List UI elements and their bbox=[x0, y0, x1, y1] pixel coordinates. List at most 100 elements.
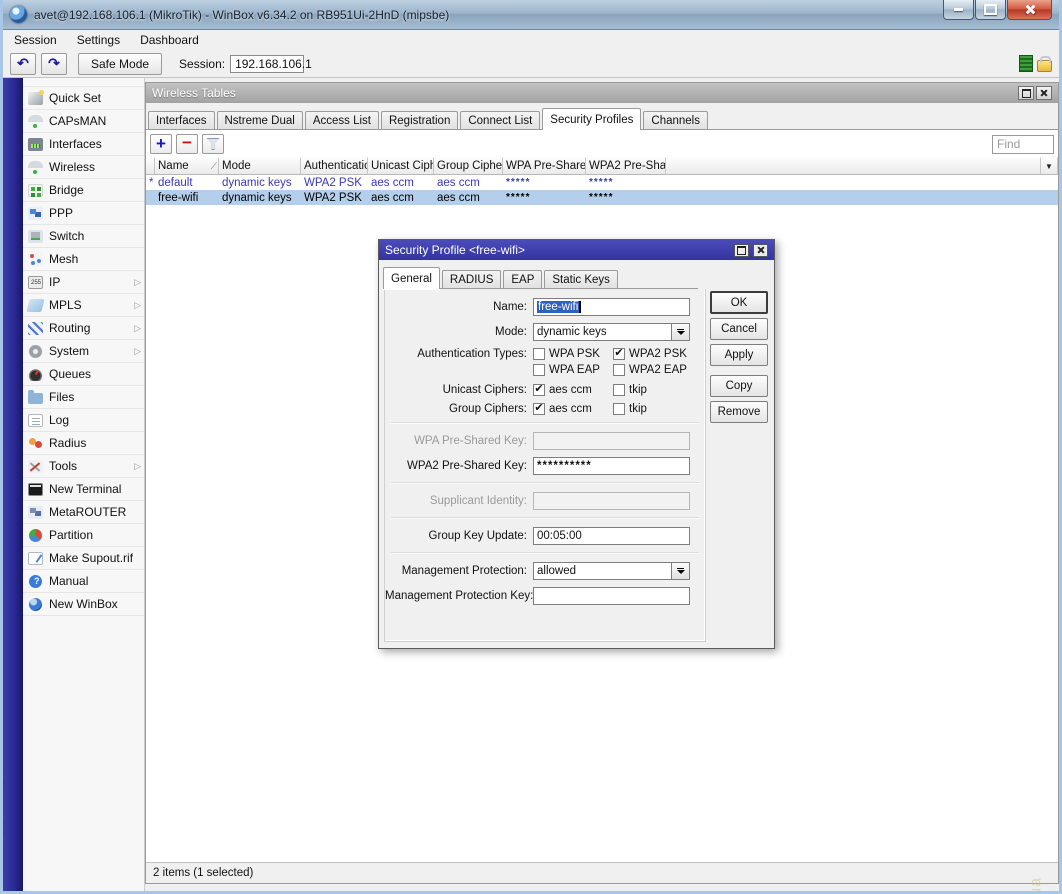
restore-icon bbox=[1022, 89, 1031, 98]
checkbox-wpa2-eap[interactable]: WPA2 EAP bbox=[613, 364, 693, 376]
cancel-button[interactable]: Cancel bbox=[710, 318, 768, 340]
table-row[interactable]: * default dynamic keys WPA2 PSK aes ccm … bbox=[146, 175, 1058, 190]
text-cursor bbox=[579, 301, 581, 313]
column-authentication[interactable]: Authenticatio... bbox=[301, 157, 368, 175]
column-name[interactable]: Name∕ bbox=[155, 157, 219, 175]
sidebar-item-quick-set[interactable]: Quick Set bbox=[23, 86, 144, 110]
column-chooser-button[interactable]: ▼ bbox=[1041, 157, 1058, 175]
sidebar-item-ip[interactable]: IP▷ bbox=[23, 271, 144, 294]
sidebar-item-wireless[interactable]: Wireless bbox=[23, 156, 144, 179]
sidebar-item-routing[interactable]: Routing▷ bbox=[23, 317, 144, 340]
menu-settings[interactable]: Settings bbox=[77, 33, 120, 47]
checkbox-group-aes-ccm[interactable]: aes ccm bbox=[533, 403, 613, 415]
ok-button[interactable]: OK bbox=[710, 291, 768, 314]
undo-icon: ↶ bbox=[17, 55, 29, 72]
management-protection-key-input[interactable] bbox=[533, 587, 690, 605]
maximize-button[interactable] bbox=[975, 0, 1006, 20]
general-tab-panel: Name: free-wifi Mode: dynamic keys Authe… bbox=[384, 289, 706, 642]
session-input[interactable]: 192.168.106.1 bbox=[230, 55, 304, 73]
sidebar-item-interfaces[interactable]: Interfaces bbox=[23, 133, 144, 156]
copy-button[interactable]: Copy bbox=[710, 375, 768, 397]
tools-icon bbox=[28, 460, 43, 473]
column-wpa2-pre-shared[interactable]: WPA2 Pre-Shared... bbox=[586, 157, 666, 175]
close-icon bbox=[1040, 89, 1048, 97]
column-mode[interactable]: Mode bbox=[219, 157, 301, 175]
column-flag[interactable] bbox=[146, 157, 155, 175]
divider bbox=[391, 422, 699, 424]
management-protection-select[interactable]: allowed bbox=[533, 562, 690, 580]
wpa2-key-input[interactable]: ********** bbox=[533, 457, 690, 475]
find-input[interactable]: Find bbox=[992, 135, 1054, 154]
redo-button[interactable]: ↷ bbox=[41, 53, 67, 75]
column-unicast-ciphers[interactable]: Unicast Ciphers bbox=[368, 157, 434, 175]
add-button[interactable]: + bbox=[150, 134, 172, 154]
tab-static-keys[interactable]: Static Keys bbox=[544, 270, 618, 289]
submenu-arrow-icon: ▷ bbox=[134, 300, 141, 311]
sidebar-item-switch[interactable]: Switch bbox=[23, 225, 144, 248]
watermark: weblance.com.ua bbox=[1028, 877, 1046, 894]
tab-radius[interactable]: RADIUS bbox=[442, 270, 501, 289]
close-window-button[interactable] bbox=[1036, 86, 1052, 100]
dropdown-arrow-icon[interactable] bbox=[671, 563, 689, 579]
checkbox-group-tkip[interactable]: tkip bbox=[613, 403, 693, 415]
tab-interfaces[interactable]: Interfaces bbox=[148, 111, 215, 130]
tab-registration[interactable]: Registration bbox=[381, 111, 458, 130]
tab-security-profiles[interactable]: Security Profiles bbox=[542, 108, 641, 130]
sidebar-item-new-winbox[interactable]: New WinBox bbox=[23, 593, 144, 616]
sidebar-item-mpls[interactable]: MPLS▷ bbox=[23, 294, 144, 317]
sidebar-item-tools[interactable]: Tools▷ bbox=[23, 455, 144, 478]
sidebar-item-new-terminal[interactable]: New Terminal bbox=[23, 478, 144, 501]
remove-button[interactable]: Remove bbox=[710, 401, 768, 423]
tab-connect-list[interactable]: Connect List bbox=[460, 111, 540, 130]
sidebar-item-ppp[interactable]: PPP bbox=[23, 202, 144, 225]
sidebar-item-log[interactable]: Log bbox=[23, 409, 144, 432]
menu-session[interactable]: Session bbox=[14, 33, 57, 47]
wpa-key-input bbox=[533, 432, 690, 450]
tab-nstreme-dual[interactable]: Nstreme Dual bbox=[217, 111, 303, 130]
minimize-button[interactable] bbox=[943, 0, 974, 20]
tab-general[interactable]: General bbox=[383, 267, 440, 289]
wireless-tables-title: Wireless Tables bbox=[152, 86, 236, 100]
mode-select[interactable]: dynamic keys bbox=[533, 323, 690, 341]
minimize-icon bbox=[954, 8, 963, 11]
sidebar-item-bridge[interactable]: Bridge bbox=[23, 179, 144, 202]
checkbox-wpa2-psk[interactable]: WPA2 PSK bbox=[613, 348, 693, 360]
sidebar-item-radius[interactable]: Radius bbox=[23, 432, 144, 455]
unicast-ciphers-label: Unicast Ciphers: bbox=[385, 384, 533, 396]
dialog-close-button[interactable] bbox=[753, 244, 768, 257]
sidebar-item-mesh[interactable]: Mesh bbox=[23, 248, 144, 271]
sidebar-item-partition[interactable]: Partition bbox=[23, 524, 144, 547]
checkbox-unicast-tkip[interactable]: tkip bbox=[613, 384, 693, 396]
sidebar-item-metarouter[interactable]: MetaROUTER bbox=[23, 501, 144, 524]
sidebar-item-system[interactable]: System▷ bbox=[23, 340, 144, 363]
sidebar-item-make-supout[interactable]: Make Supout.rif bbox=[23, 547, 144, 570]
apply-button[interactable]: Apply bbox=[710, 344, 768, 366]
close-button[interactable] bbox=[1007, 0, 1052, 20]
table-row-selected[interactable]: free-wifi dynamic keys WPA2 PSK aes ccm … bbox=[146, 190, 1058, 205]
menu-dashboard[interactable]: Dashboard bbox=[140, 33, 199, 47]
sidebar-item-files[interactable]: Files bbox=[23, 386, 144, 409]
tab-channels[interactable]: Channels bbox=[643, 111, 708, 130]
mpls-icon bbox=[26, 299, 44, 312]
filter-button[interactable] bbox=[202, 134, 224, 154]
safe-mode-button[interactable]: Safe Mode bbox=[78, 53, 162, 75]
group-key-update-input[interactable]: 00:05:00 bbox=[533, 527, 690, 545]
remove-row-button[interactable]: − bbox=[176, 134, 198, 154]
column-wpa-pre-shared[interactable]: WPA Pre-Shared ... bbox=[503, 157, 586, 175]
tab-access-list[interactable]: Access List bbox=[305, 111, 379, 130]
checkbox-unicast-aes-ccm[interactable]: aes ccm bbox=[533, 384, 613, 396]
tab-eap[interactable]: EAP bbox=[503, 270, 542, 289]
sidebar-item-queues[interactable]: Queues bbox=[23, 363, 144, 386]
restore-button[interactable] bbox=[1018, 86, 1034, 100]
name-input[interactable]: free-wifi bbox=[533, 298, 690, 316]
checkbox-wpa-psk[interactable]: WPA PSK bbox=[533, 348, 613, 360]
sidebar-item-capsman[interactable]: CAPsMAN bbox=[23, 110, 144, 133]
dropdown-arrow-icon[interactable] bbox=[671, 324, 689, 340]
undo-button[interactable]: ↶ bbox=[10, 53, 36, 75]
interfaces-icon bbox=[28, 138, 43, 151]
checkbox-wpa-eap[interactable]: WPA EAP bbox=[533, 364, 613, 376]
terminal-icon bbox=[28, 483, 43, 496]
dialog-maximize-button[interactable] bbox=[734, 244, 749, 257]
sidebar-item-manual[interactable]: Manual bbox=[23, 570, 144, 593]
column-group-ciphers[interactable]: Group Ciphers bbox=[434, 157, 503, 175]
